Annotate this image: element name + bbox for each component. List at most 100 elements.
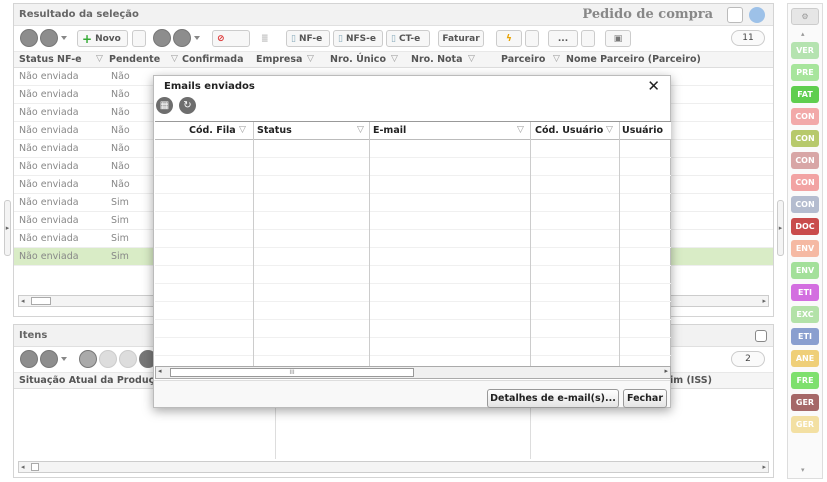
column-header[interactable]: Status NF-e: [19, 54, 82, 65]
sidebar-action-button[interactable]: CON: [791, 152, 819, 169]
sidebar-action-button[interactable]: ENV: [791, 240, 819, 257]
minimize-icon[interactable]: [755, 330, 767, 342]
column-header[interactable]: Cód. Fila: [189, 125, 236, 136]
scroll-right-icon[interactable]: ▸: [664, 367, 668, 375]
sidebar-action-button[interactable]: VER: [791, 42, 819, 59]
filter-icon[interactable]: ▽: [606, 125, 613, 135]
close-button[interactable]: Fechar: [623, 389, 667, 408]
new-button[interactable]: + Novo: [77, 30, 128, 47]
sidebar-action-button[interactable]: ETI: [791, 284, 819, 301]
column-header[interactable]: E-mail: [373, 125, 406, 136]
filter-icon[interactable]: ▽: [171, 54, 178, 64]
filter-icon[interactable]: ▽: [553, 54, 560, 64]
scroll-left-icon[interactable]: ◂: [21, 297, 25, 305]
filter-icon[interactable]: ▽: [96, 54, 103, 64]
chevron-down-icon[interactable]: [61, 357, 67, 361]
pending-cell: Não: [111, 89, 130, 100]
lightning-button[interactable]: ϟ: [496, 30, 522, 47]
sidebar-action-button[interactable]: PRE: [791, 64, 819, 81]
scroll-thumb[interactable]: III: [170, 368, 414, 377]
document-button[interactable]: ≣: [256, 30, 280, 47]
close-icon[interactable]: ✕: [647, 77, 660, 95]
filter-icon[interactable]: ▽: [468, 54, 475, 64]
faturar-button[interactable]: Faturar: [438, 30, 484, 47]
column-header[interactable]: im (ISS): [670, 375, 712, 386]
scroll-right-icon[interactable]: ▸: [762, 463, 766, 471]
sidebar-action-button[interactable]: CON: [791, 108, 819, 125]
sidebar-action-button[interactable]: FRE: [791, 372, 819, 389]
email-details-button[interactable]: Detalhes de e-mail(s)...: [487, 389, 619, 408]
scroll-left-icon[interactable]: ◂: [158, 367, 162, 375]
refresh-icon[interactable]: [40, 29, 58, 47]
more-button[interactable]: ...: [548, 30, 578, 47]
grid-options-icon[interactable]: [20, 350, 38, 368]
chevron-down-icon[interactable]: [61, 36, 67, 40]
filter-icon[interactable]: ▽: [391, 54, 398, 64]
save-button[interactable]: ▣: [605, 30, 631, 47]
sidebar-action-button[interactable]: CON: [791, 130, 819, 147]
action-icon[interactable]: [99, 350, 117, 368]
cancel-button[interactable]: ⊘: [212, 30, 250, 47]
sidebar-action-button[interactable]: GER: [791, 416, 819, 433]
dialog-horizontal-scrollbar[interactable]: ◂ III ▸: [155, 366, 671, 379]
sidebar-action-button[interactable]: FAT: [791, 86, 819, 103]
horizontal-scrollbar[interactable]: ◂ ▸: [18, 461, 769, 473]
new-dropdown-button[interactable]: [132, 30, 146, 47]
nfse-button[interactable]: ▯ NFS-e: [333, 30, 383, 47]
pending-cell: Não: [111, 143, 130, 154]
refresh-icon[interactable]: ↻: [179, 97, 196, 114]
help-icon[interactable]: [749, 7, 765, 23]
scroll-right-icon[interactable]: ▸: [762, 297, 766, 305]
lightning-dropdown-button[interactable]: [525, 30, 539, 47]
column-header[interactable]: Nro. Nota: [411, 54, 463, 65]
window-icon[interactable]: [727, 7, 743, 23]
remove-icon[interactable]: [153, 29, 171, 47]
grid-options-icon[interactable]: ▦: [156, 97, 173, 114]
filter-icon[interactable]: ▽: [357, 125, 364, 135]
empty-row: [155, 302, 671, 320]
action-icon[interactable]: [173, 29, 191, 47]
right-expand-handle[interactable]: ▸: [777, 200, 784, 256]
more-dropdown-button[interactable]: [581, 30, 595, 47]
action-icon[interactable]: [79, 350, 97, 368]
nfe-button[interactable]: ▯ NF-e: [286, 30, 330, 47]
sidebar-action-button[interactable]: DOC: [791, 218, 819, 235]
scroll-up-icon[interactable]: ▴: [801, 30, 805, 38]
column-header[interactable]: Nome Parceiro (Parceiro): [566, 54, 701, 65]
column-header[interactable]: Nro. Único: [330, 54, 386, 65]
status-cell: Não enviada: [19, 179, 79, 190]
plus-icon: +: [82, 31, 93, 46]
nfse-label: NFS-e: [345, 33, 376, 44]
sidebar-action-button[interactable]: CON: [791, 174, 819, 191]
scroll-left-icon[interactable]: ◂: [21, 463, 25, 471]
column-header[interactable]: Parceiro: [501, 54, 545, 65]
filter-icon[interactable]: ▽: [517, 125, 524, 135]
column-header[interactable]: Situação Atual da Produçã: [19, 375, 161, 386]
scroll-thumb[interactable]: [31, 463, 39, 471]
left-expand-handle[interactable]: ▸: [4, 200, 11, 256]
filter-icon[interactable]: ▽: [239, 125, 246, 135]
sidebar-settings-icon[interactable]: ⚙: [791, 8, 819, 25]
status-cell: Não enviada: [19, 89, 79, 100]
scroll-down-icon[interactable]: ▾: [801, 466, 805, 474]
grid-options-icon[interactable]: [20, 29, 38, 47]
column-header[interactable]: Status: [257, 125, 292, 136]
column-header[interactable]: Pendente: [109, 54, 160, 65]
refresh-icon[interactable]: [40, 350, 58, 368]
sidebar-action-button[interactable]: EXC: [791, 306, 819, 323]
sidebar-action-button[interactable]: ANE: [791, 350, 819, 367]
chevron-down-icon[interactable]: [194, 36, 200, 40]
column-header[interactable]: Empresa: [256, 54, 302, 65]
sidebar-action-button[interactable]: CON: [791, 196, 819, 213]
column-header[interactable]: Cód. Usuário: [535, 125, 603, 136]
cte-button[interactable]: ▯ CT-e: [386, 30, 430, 47]
scroll-thumb[interactable]: [31, 297, 51, 305]
column-header[interactable]: Confirmada: [182, 54, 244, 65]
sidebar-action-button[interactable]: ETI: [791, 328, 819, 345]
action-icon[interactable]: [119, 350, 137, 368]
sidebar-action-button[interactable]: ENV: [791, 262, 819, 279]
sidebar-action-button[interactable]: GER: [791, 394, 819, 411]
column-header[interactable]: Usuário: [622, 125, 663, 136]
filter-icon[interactable]: ▽: [307, 54, 314, 64]
panel-title: Resultado da seleção: [19, 9, 139, 20]
